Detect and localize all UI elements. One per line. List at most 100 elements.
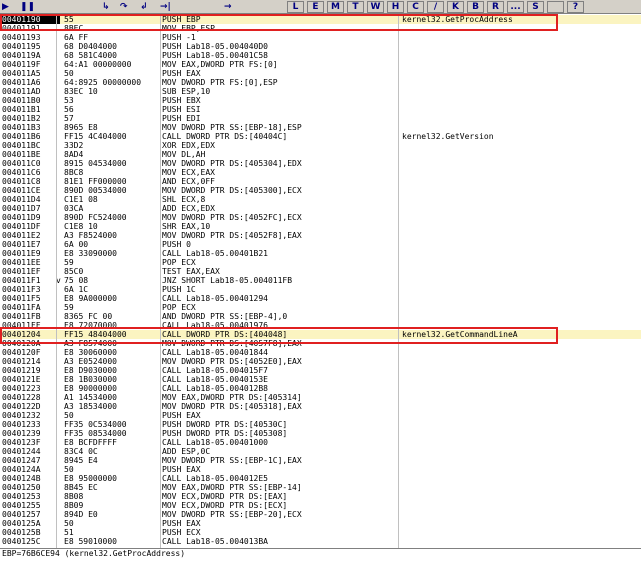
jump-arrow-cell xyxy=(56,96,64,105)
address-cell: 004011C8 xyxy=(2,177,41,186)
toolbar-button-icon[interactable]: ↳ xyxy=(102,1,110,13)
disassembly-row[interactable]: 004011F1 v 75 08 JNZ SHORT Lab18-05.004011F… xyxy=(0,276,641,285)
disassembly-row[interactable]: 004011AD 83EC 10 SUB ESP,10 xyxy=(0,87,641,96)
comment-cell xyxy=(402,537,640,546)
disassembly-row[interactable]: 004011C8 81E1 FF000000 AND ECX,0FF xyxy=(0,177,641,186)
toolbar-window-button[interactable]: L xyxy=(287,1,304,13)
toolbar-window-button[interactable]: T xyxy=(347,1,364,13)
toolbar-window-button[interactable]: S xyxy=(527,1,544,13)
disassembly-row[interactable]: 00401250 8B45 EC MOV EAX,DWORD PTR SS:[EBP… xyxy=(0,483,641,492)
comment-cell xyxy=(402,510,640,519)
toolbar-button-icon[interactable]: ↲ xyxy=(140,1,148,13)
disassembly-row[interactable]: 0040124A 50 PUSH EAX xyxy=(0,465,641,474)
disassembly-row[interactable]: 004011B0 53 PUSH EBX xyxy=(0,96,641,105)
toolbar-window-button[interactable]: R xyxy=(487,1,504,13)
disassembly-row[interactable]: 004011C0 8915 04534000 MOV DWORD PTR DS:[4… xyxy=(0,159,641,168)
disassembly-row[interactable]: 004011A6 64:8925 00000000 MOV DWORD PTR FS… xyxy=(0,78,641,87)
disassembly-row[interactable]: 004011B2 57 PUSH EDI xyxy=(0,114,641,123)
disassembly-row[interactable]: 004011DF C1E8 10 SHR EAX,10 xyxy=(0,222,641,231)
disassembly-row[interactable]: 00401239 FF35 08534000 PUSH DWORD PTR DS:[… xyxy=(0,429,641,438)
disassembly-cell: PUSH -1 xyxy=(162,33,196,42)
disassembly-row[interactable]: 004011F3 6A 1C PUSH 1C xyxy=(0,285,641,294)
disassembly-row[interactable]: 004011C6 8BC8 MOV ECX,EAX xyxy=(0,168,641,177)
hex-dump-cell: 8BC8 xyxy=(64,168,84,177)
disassembly-row[interactable]: 00401253 8B08 MOV ECX,DWORD PTR DS:[EAX] xyxy=(0,492,641,501)
disassembly-row[interactable]: 0040124B E8 95000000 CALL Lab18-05.004012E… xyxy=(0,474,641,483)
toolbar-window-button[interactable]: W xyxy=(367,1,384,13)
toolbar-window-button[interactable]: K xyxy=(447,1,464,13)
disassembly-row[interactable]: 004011B3 8965 E8 MOV DWORD PTR SS:[EBP-18]… xyxy=(0,123,641,132)
disassembly-row[interactable]: 004011EE 59 POP ECX xyxy=(0,258,641,267)
toolbar-window-button[interactable]: B xyxy=(467,1,484,13)
disassembly-listing[interactable]: 00401190 55 PUSH EBP kernel32.GetProcAddres… xyxy=(0,15,641,548)
comment-cell xyxy=(402,411,640,420)
disassembly-row[interactable]: 00401232 50 PUSH EAX xyxy=(0,411,641,420)
disassembly-row[interactable]: 00401195 68 D0404000 PUSH Lab18-05.004040D… xyxy=(0,42,641,51)
disassembly-row[interactable]: 00401233 FF35 0C534000 PUSH DWORD PTR DS:[… xyxy=(0,420,641,429)
toolbar-window-button[interactable]: E xyxy=(307,1,324,13)
toolbar-window-button[interactable] xyxy=(547,1,564,13)
toolbar-window-button[interactable]: H xyxy=(387,1,404,13)
toolbar-button-icon[interactable]: →| xyxy=(160,1,171,13)
disassembly-row[interactable]: 0040119A 68 581C4000 PUSH Lab18-05.00401C5… xyxy=(0,51,641,60)
hex-dump-cell: 890D FC524000 xyxy=(64,213,127,222)
hex-dump-cell: 6A FF xyxy=(64,33,89,42)
disassembly-row[interactable]: 0040121E E8 1B030000 CALL Lab18-05.0040153… xyxy=(0,375,641,384)
disassembly-row[interactable]: 00401193 6A FF PUSH -1 xyxy=(0,33,641,42)
disassembly-row[interactable]: 004011F5 E8 9A000000 CALL Lab18-05.0040129… xyxy=(0,294,641,303)
disassembly-row[interactable]: 0040125A 50 PUSH EAX xyxy=(0,519,641,528)
disassembly-row[interactable]: 0040120F E8 30060000 CALL Lab18-05.0040184… xyxy=(0,348,641,357)
disassembly-row[interactable]: 00401244 83C4 0C ADD ESP,0C xyxy=(0,447,641,456)
disassembly-row[interactable]: 0040119F 64:A1 00000000 MOV EAX,DWORD PTR … xyxy=(0,60,641,69)
toolbar-window-button[interactable]: / xyxy=(427,1,444,13)
disassembly-row[interactable]: 004011E2 A3 F8524000 MOV DWORD PTR DS:[405… xyxy=(0,231,641,240)
column-separator xyxy=(56,15,57,548)
hex-dump-cell: FF35 08534000 xyxy=(64,429,127,438)
toolbar-window-button[interactable]: ... xyxy=(507,1,524,13)
disassembly-row[interactable]: 0040123F E8 BCFDFFFF CALL Lab18-05.0040100… xyxy=(0,438,641,447)
disassembly-row[interactable]: 004011FB 8365 FC 00 AND DWORD PTR SS:[EBP-… xyxy=(0,312,641,321)
disassembly-row[interactable]: 004011EF 85C0 TEST EAX,EAX xyxy=(0,267,641,276)
disassembly-row[interactable]: 00401228 A1 14534000 MOV EAX,DWORD PTR DS:… xyxy=(0,393,641,402)
comment-cell xyxy=(402,249,640,258)
toolbar-button-icon[interactable]: → xyxy=(224,1,232,13)
address-cell: 004011A5 xyxy=(2,69,41,78)
toolbar-button-icon[interactable]: ↷ xyxy=(120,1,128,13)
disassembly-row[interactable]: 004011E7 6A 00 PUSH 0 xyxy=(0,240,641,249)
address-cell: 0040120F xyxy=(2,348,41,357)
jump-arrow-cell xyxy=(56,132,64,141)
disassembly-row[interactable]: 0040125B 51 PUSH ECX xyxy=(0,528,641,537)
disassembly-row[interactable]: 004011BE 8AD4 MOV DL,AH xyxy=(0,150,641,159)
disassembly-row[interactable]: 00401255 8B09 MOV ECX,DWORD PTR DS:[ECX] xyxy=(0,501,641,510)
hex-dump-cell: 890D 00534000 xyxy=(64,186,127,195)
disassembly-row[interactable]: 0040125C E8 59010000 CALL Lab18-05.004013B… xyxy=(0,537,641,546)
toolbar-button-icon[interactable]: ▶ xyxy=(2,1,9,13)
comment-cell xyxy=(402,420,640,429)
disassembly-row[interactable]: 0040122D A3 18534000 MOV DWORD PTR DS:[405… xyxy=(0,402,641,411)
hex-dump-cell: 8B45 EC xyxy=(64,483,98,492)
toolbar-window-button[interactable]: ? xyxy=(567,1,584,13)
disassembly-row[interactable]: 004011B6 FF15 4C404000 CALL DWORD PTR DS:[… xyxy=(0,132,641,141)
comment-cell xyxy=(402,186,640,195)
disassembly-row[interactable]: 004011D9 890D FC524000 MOV DWORD PTR DS:[4… xyxy=(0,213,641,222)
disassembly-row[interactable]: 004011BC 33D2 XOR EDX,EDX xyxy=(0,141,641,150)
toolbar-button-icon[interactable]: ❚❚ xyxy=(20,1,35,13)
disassembly-row[interactable]: 004011CE 890D 00534000 MOV DWORD PTR DS:[4… xyxy=(0,186,641,195)
toolbar-window-button[interactable]: C xyxy=(407,1,424,13)
disassembly-row[interactable]: 004011B1 56 PUSH ESI xyxy=(0,105,641,114)
disassembly-row[interactable]: 004011E9 E8 33090000 CALL Lab18-05.00401B2… xyxy=(0,249,641,258)
disassembly-row[interactable]: 004011A5 50 PUSH EAX xyxy=(0,69,641,78)
disassembly-cell: XOR EDX,EDX xyxy=(162,141,215,150)
comment-cell xyxy=(402,357,640,366)
disassembly-row[interactable]: 004011FA 59 POP ECX xyxy=(0,303,641,312)
disassembly-row[interactable]: 00401214 A3 E0524000 MOV DWORD PTR DS:[405… xyxy=(0,357,641,366)
disassembly-row[interactable]: 00401257 894D E0 MOV DWORD PTR SS:[EBP-20]… xyxy=(0,510,641,519)
toolbar-window-button[interactable]: M xyxy=(327,1,344,13)
hex-dump-cell: A3 18534000 xyxy=(64,402,117,411)
disassembly-row[interactable]: 00401247 8945 E4 MOV DWORD PTR SS:[EBP-1C]… xyxy=(0,456,641,465)
disassembly-row[interactable]: 004011D7 03CA ADD ECX,EDX xyxy=(0,204,641,213)
disassembly-row[interactable]: 004011D4 C1E1 08 SHL ECX,8 xyxy=(0,195,641,204)
disassembly-row[interactable]: 00401219 E8 D9030000 CALL Lab18-05.004015F… xyxy=(0,366,641,375)
disassembly-row[interactable]: 00401223 E8 90000000 CALL Lab18-05.004012B… xyxy=(0,384,641,393)
hex-dump-cell: A1 14534000 xyxy=(64,393,117,402)
